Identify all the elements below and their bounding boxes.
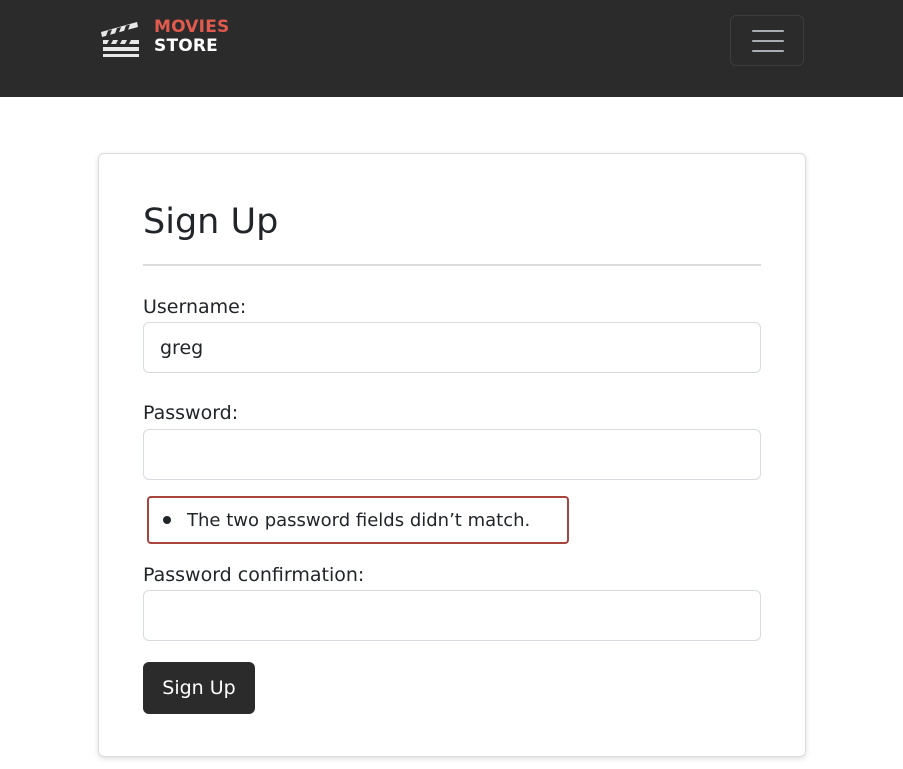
hamburger-menu-icon <box>752 30 784 32</box>
password-input[interactable] <box>143 429 761 480</box>
username-input[interactable] <box>143 322 761 373</box>
hamburger-menu-icon <box>752 50 784 52</box>
password-confirmation-label: Password confirmation: <box>143 564 365 586</box>
clapperboard-icon <box>101 22 139 57</box>
password-confirmation-input[interactable] <box>143 590 761 641</box>
username-label: Username: <box>143 296 247 318</box>
top-navbar: MOVIES STORE <box>0 0 903 97</box>
password-error-box: The two password fields didn’t match. <box>147 496 569 544</box>
brand-name: MOVIES STORE <box>154 18 229 56</box>
page-title: Sign Up <box>143 202 279 242</box>
password-mismatch-error: The two password fields didn’t match. <box>187 510 531 531</box>
brand-title-store: STORE <box>154 36 218 56</box>
navbar-toggle-button[interactable] <box>730 15 804 66</box>
bullet-icon <box>163 516 171 524</box>
brand-title-movies: MOVIES <box>154 17 230 37</box>
hamburger-menu-icon <box>752 40 784 42</box>
brand-link[interactable]: MOVIES STORE <box>97 14 229 60</box>
signup-card: Sign Up Username: Password: The two pass… <box>98 153 806 757</box>
sign-up-button[interactable]: Sign Up <box>143 662 255 714</box>
title-divider <box>143 264 761 266</box>
password-label: Password: <box>143 402 239 424</box>
